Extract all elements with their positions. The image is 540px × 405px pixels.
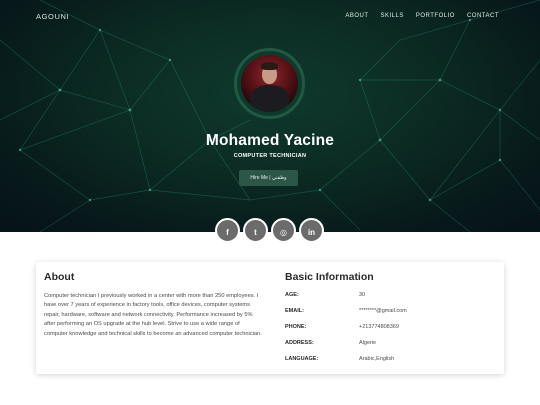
- info-value: Algerie: [359, 340, 377, 346]
- info-value: Arabic,English: [359, 356, 395, 362]
- info-row-age: AGE: 30: [285, 292, 495, 302]
- top-nav: AGOUNI ABOUT SKILLS PORTFOLIO CONTACT: [0, 0, 540, 34]
- linkedin-icon[interactable]: in: [299, 218, 324, 243]
- profile-card: About Computer technician I previously w…: [36, 262, 504, 374]
- instagram-icon[interactable]: ◎: [271, 218, 296, 243]
- info-row-address: ADDRESS: Algerie: [285, 340, 495, 350]
- social-links: f t ◎ in: [215, 218, 325, 244]
- nav-menu: ABOUT SKILLS PORTFOLIO CONTACT: [333, 13, 499, 19]
- profile-role: COMPUTER TECHNICIAN: [233, 153, 307, 159]
- info-row-language: LANGUAGE: Arabic,English: [285, 356, 495, 366]
- info-value: 30: [359, 292, 366, 298]
- info-value: ********@gmail.com: [359, 308, 407, 314]
- twitter-icon[interactable]: t: [243, 218, 268, 243]
- basic-info-heading: Basic Information: [285, 271, 374, 283]
- nav-link-skills[interactable]: SKILLS: [381, 13, 404, 19]
- facebook-icon[interactable]: f: [215, 218, 240, 243]
- about-heading: About: [44, 271, 75, 283]
- info-value: +213774808369: [359, 324, 399, 330]
- info-row-phone: PHONE: +213774808369: [285, 324, 495, 334]
- about-text: Computer technician I previously worked …: [44, 293, 262, 337]
- hire-me-button[interactable]: Hire Me | وظفني: [239, 170, 298, 186]
- info-row-email: EMAIL: ********@gmail.com: [285, 308, 495, 318]
- info-label: PHONE:: [285, 324, 307, 330]
- info-label: ADDRESS:: [285, 340, 314, 346]
- nav-link-portfolio[interactable]: PORTFOLIO: [416, 13, 455, 19]
- info-label: AGE:: [285, 292, 299, 298]
- brand-logo[interactable]: AGOUNI: [36, 12, 69, 21]
- info-label: EMAIL:: [285, 308, 304, 314]
- info-label: LANGUAGE:: [285, 356, 319, 362]
- nav-link-about[interactable]: ABOUT: [345, 13, 368, 19]
- profile-name: Mohamed Yacine: [205, 132, 335, 149]
- nav-link-contact[interactable]: CONTACT: [467, 13, 499, 19]
- avatar: [241, 55, 298, 112]
- hero-section: AGOUNI ABOUT SKILLS PORTFOLIO CONTACT Mo…: [0, 0, 540, 232]
- avatar-frame: [234, 48, 305, 119]
